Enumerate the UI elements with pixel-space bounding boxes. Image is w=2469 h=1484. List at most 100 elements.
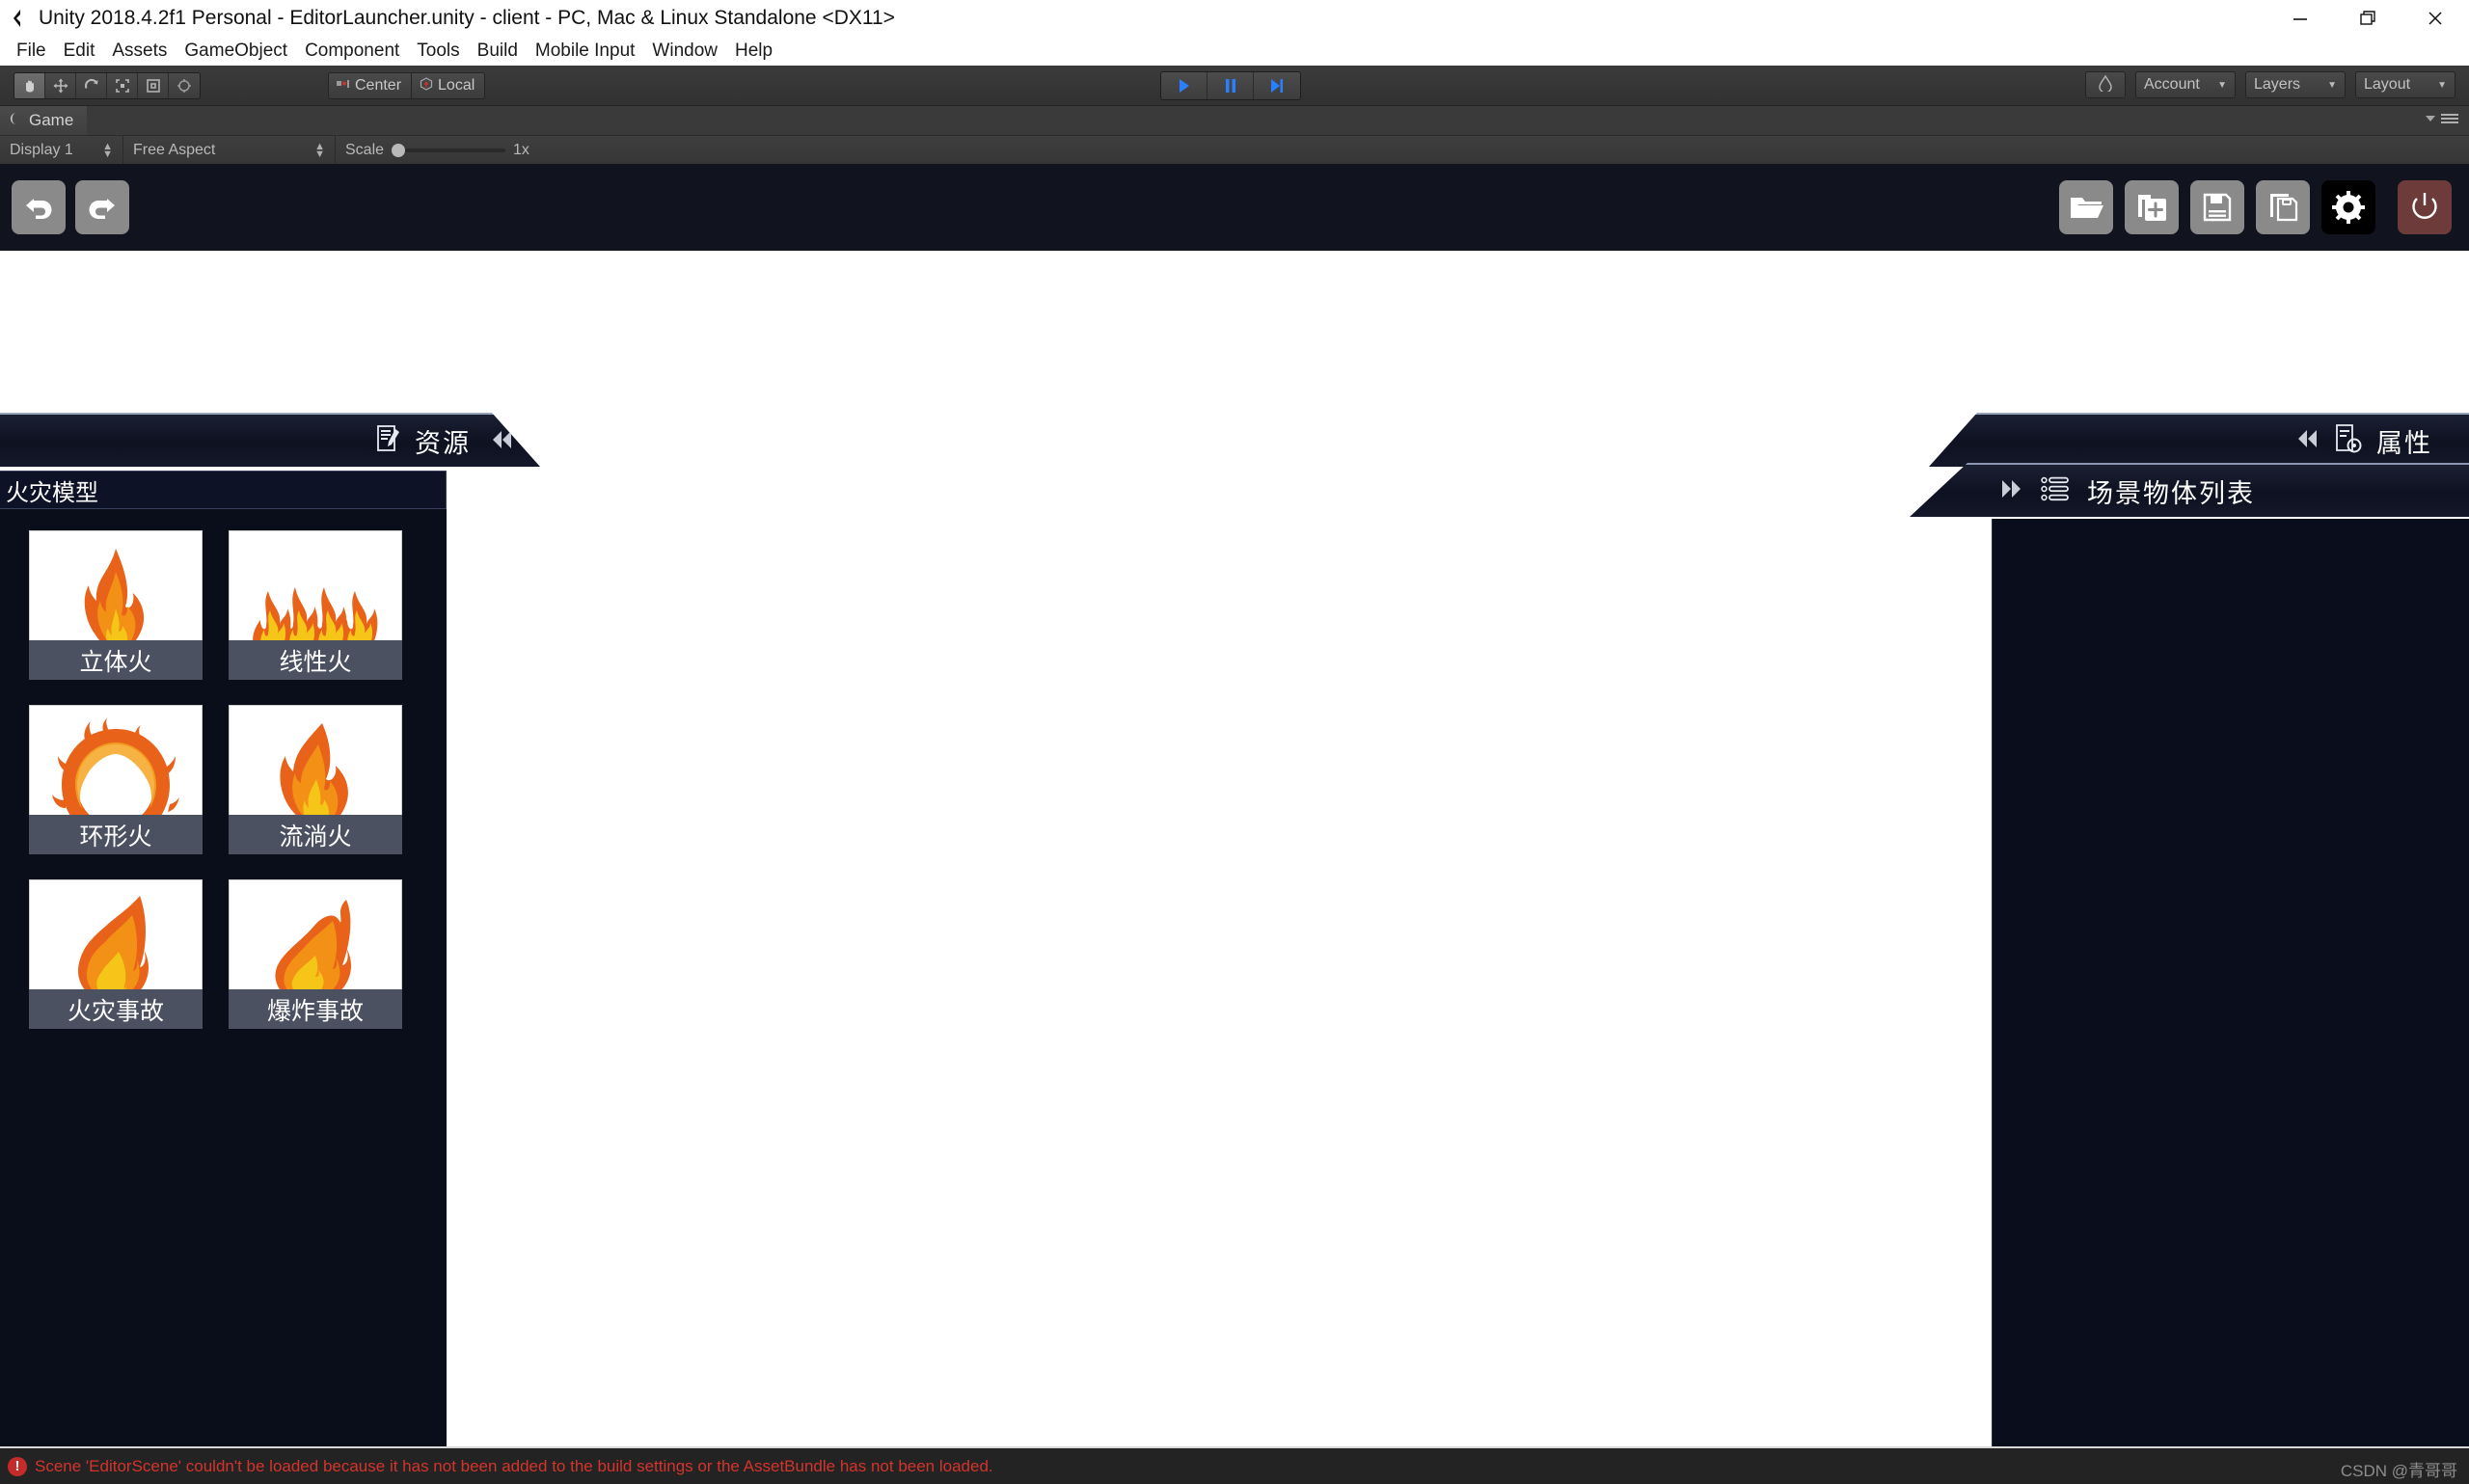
hand-tool[interactable] [14, 73, 45, 98]
menu-component[interactable]: Component [296, 37, 408, 66]
unity-cloud-button[interactable] [2085, 71, 2126, 98]
open-project-button[interactable] [2059, 180, 2113, 234]
tab-game-label: Game [29, 111, 74, 129]
resource-panel-body: 火灾模型 立体火 线性火 环形火 流淌火 火灾事故 爆炸事故 [0, 471, 447, 1484]
resource-tile[interactable]: 环形火 [29, 705, 203, 854]
save-button[interactable] [2190, 180, 2244, 234]
resource-tile[interactable]: 爆炸事故 [229, 879, 402, 1029]
tab-game[interactable]: Game [0, 106, 88, 135]
menu-help[interactable]: Help [726, 37, 781, 66]
property-panel-title: 属性 [2376, 428, 2432, 458]
app-toolbar [0, 164, 2469, 251]
menu-file[interactable]: File [8, 37, 55, 66]
resource-panel-collapse-button[interactable] [490, 428, 515, 456]
pivot-mode-label: Center [355, 77, 402, 94]
resource-tile-label: 线性火 [229, 640, 402, 680]
game-view-menu-button[interactable] [2425, 112, 2459, 125]
window-titlebar: Unity 2018.4.2f1 Personal - EditorLaunch… [0, 0, 2469, 37]
scene-list-expand-button[interactable] [1998, 477, 2023, 505]
menu-window[interactable]: Window [643, 37, 726, 66]
transform-tool-group [14, 72, 201, 99]
layers-label: Layers [2254, 76, 2301, 93]
resource-panel-header: 资源 [0, 413, 540, 467]
document-gear-icon [2334, 423, 2363, 459]
scale-slider-knob[interactable] [392, 143, 406, 157]
account-dropdown[interactable]: Account ▼ [2135, 71, 2236, 98]
flame-explosion-icon [229, 879, 402, 1008]
document-edit-icon [376, 424, 403, 458]
menu-gameobject[interactable]: GameObject [176, 37, 296, 66]
error-icon: ! [8, 1456, 27, 1476]
menu-mobile-input[interactable]: Mobile Input [527, 37, 644, 66]
resource-tile-label: 流淌火 [229, 815, 402, 854]
display-dropdown[interactable]: Display 1 ▲ ▼ [0, 135, 123, 165]
stepper-icon: ▲ ▼ [102, 140, 113, 160]
menu-edit[interactable]: Edit [55, 37, 104, 66]
settings-button[interactable] [2321, 180, 2375, 234]
handle-mode-label: Local [438, 77, 475, 94]
new-project-button[interactable] [2125, 180, 2179, 234]
flame-ring-icon [29, 705, 203, 849]
scale-value: 1x [513, 141, 529, 158]
play-button[interactable] [1161, 72, 1207, 99]
save-as-button[interactable] [2256, 180, 2310, 234]
redo-arrow-icon [89, 199, 115, 219]
game-view-icon [10, 111, 23, 130]
scale-tool[interactable] [107, 73, 138, 98]
layers-dropdown[interactable]: Layers ▼ [2245, 71, 2346, 98]
scale-label: Scale [345, 141, 385, 158]
undo-button[interactable] [12, 180, 66, 234]
pivot-center-icon [337, 77, 350, 94]
watermark: CSDN @青哥哥 [2340, 1462, 2457, 1480]
rect-transform-tool[interactable] [138, 73, 169, 98]
folder-open-icon [2071, 198, 2103, 218]
property-panel-header: 属性 [1929, 413, 2469, 467]
chevron-double-left-icon [2298, 429, 2317, 447]
scene-list-panel-body[interactable] [1992, 519, 2469, 1484]
property-panel-collapse-button[interactable] [2295, 427, 2320, 455]
local-handle-icon [420, 76, 433, 95]
resource-tile-label: 火灾事故 [29, 989, 203, 1029]
stepper-icon: ▲ ▼ [314, 140, 325, 160]
layout-label: Layout [2364, 76, 2411, 93]
handle-mode-button[interactable]: Local [412, 72, 486, 99]
redo-button[interactable] [75, 180, 129, 234]
menubar: File Edit Assets GameObject Component To… [0, 37, 2469, 66]
menu-tools[interactable]: Tools [408, 37, 468, 66]
menu-build[interactable]: Build [469, 37, 527, 66]
toolbar-right-group: Account ▼ Layers ▼ Layout ▼ [2085, 71, 2455, 98]
account-label: Account [2144, 76, 2200, 93]
flame-linear-icon [229, 530, 402, 656]
move-tool[interactable] [45, 73, 76, 98]
bullet-list-icon [2041, 475, 2070, 507]
resource-tile[interactable]: 流淌火 [229, 705, 402, 854]
menu-assets[interactable]: Assets [103, 37, 176, 66]
scale-slider[interactable] [392, 143, 506, 157]
status-bar: ! Scene 'EditorScene' couldn't be loaded… [0, 1446, 2469, 1484]
scale-slider-group[interactable]: Scale 1x [336, 136, 539, 165]
pivot-mode-button[interactable]: Center [328, 72, 413, 99]
minimize-button[interactable] [2266, 0, 2334, 37]
chevron-double-right-icon [2002, 479, 2021, 498]
close-button[interactable] [2401, 0, 2469, 37]
combined-transform-tool[interactable] [169, 73, 200, 98]
pause-button[interactable] [1207, 72, 1254, 99]
layout-dropdown[interactable]: Layout ▼ [2355, 71, 2455, 98]
rotate-tool[interactable] [76, 73, 107, 98]
unity-editor-window: Unity 2018.4.2f1 Personal - EditorLaunch… [0, 0, 2469, 1484]
game-render-area: 资源 火灾模型 立体火 线性火 环形火 流淌火 火灾事故 爆炸事故 属性 场景物… [0, 164, 2469, 1484]
resource-tile[interactable]: 线性火 [229, 530, 402, 680]
resource-tile[interactable]: 火灾事故 [29, 879, 203, 1029]
chevron-down-icon: ▼ [2217, 79, 2227, 91]
step-button[interactable] [1254, 72, 1300, 99]
resource-tile[interactable]: 立体火 [29, 530, 203, 680]
resource-category-header[interactable]: 火灾模型 [0, 471, 447, 509]
flame-accident-icon [29, 879, 203, 1007]
unity-cloud-icon [2098, 74, 2113, 96]
exit-button[interactable] [2398, 180, 2452, 234]
chevron-down-icon: ▼ [2437, 79, 2447, 91]
aspect-dropdown[interactable]: Free Aspect ▲ ▼ [123, 135, 336, 165]
restore-button[interactable] [2334, 0, 2401, 37]
flame-solid-icon [29, 530, 203, 663]
window-title: Unity 2018.4.2f1 Personal - EditorLaunch… [39, 7, 895, 29]
